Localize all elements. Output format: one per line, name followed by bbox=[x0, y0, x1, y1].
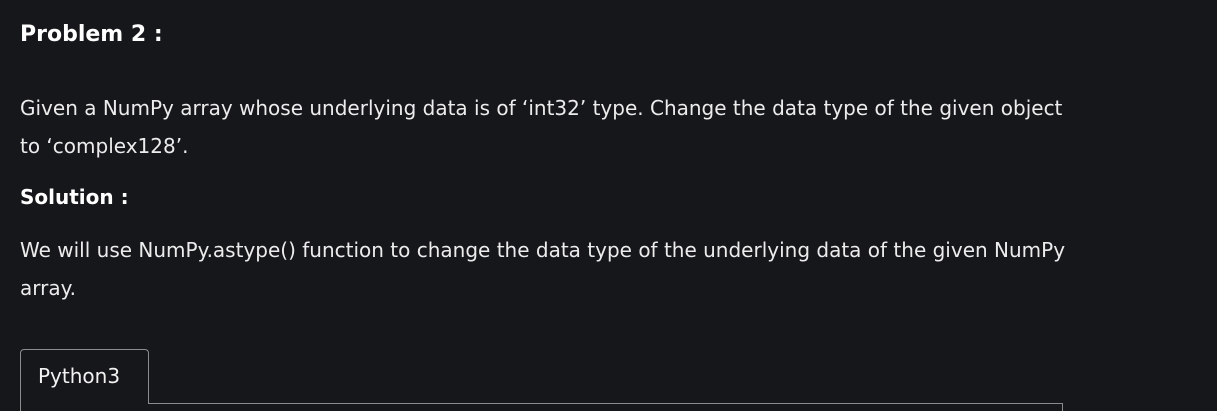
article-page: Problem 2 : Given a NumPy array whose un… bbox=[0, 0, 1217, 411]
problem-text: Given a NumPy array whose underlying dat… bbox=[20, 96, 1063, 158]
tab-python3[interactable]: Python3 bbox=[20, 349, 149, 404]
solution-text: We will use NumPy.astype() function to c… bbox=[20, 238, 1066, 300]
problem-heading: Problem 2 : bbox=[20, 22, 163, 47]
code-block-panel bbox=[20, 403, 1063, 411]
solution-heading: Solution : bbox=[20, 185, 129, 209]
